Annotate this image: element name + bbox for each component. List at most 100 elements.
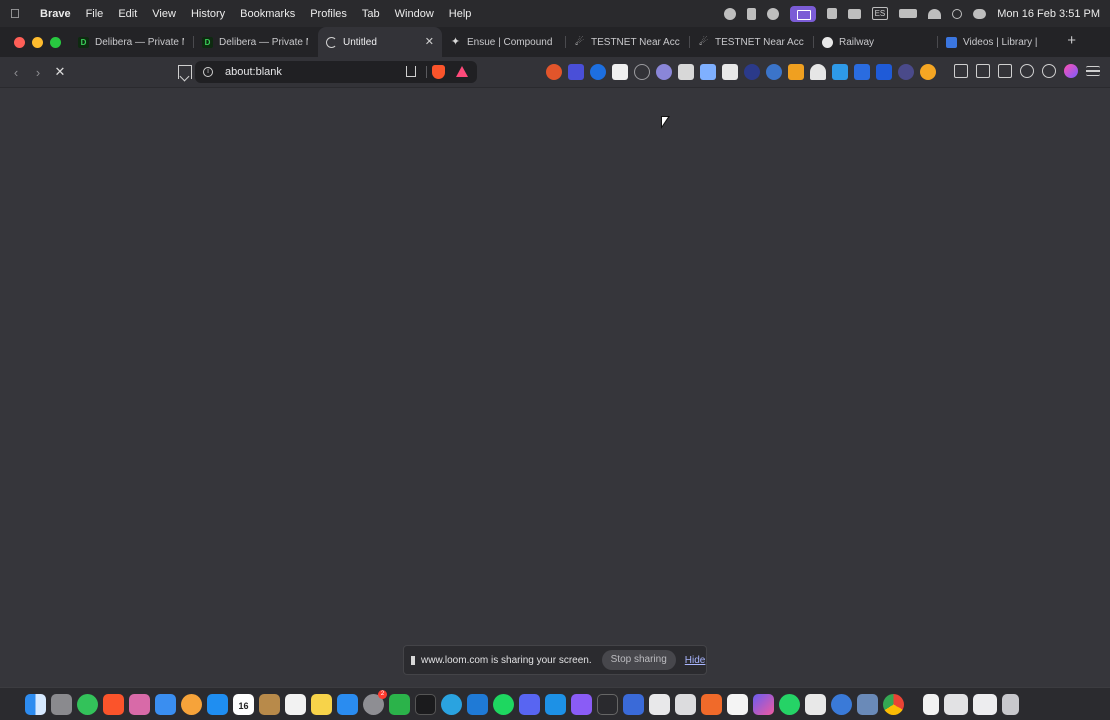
profile-avatar[interactable]: [1064, 64, 1078, 78]
menu-tab[interactable]: Tab: [362, 8, 380, 20]
extension-icon-10[interactable]: [744, 64, 760, 80]
screen-share-status-icon[interactable]: [789, 5, 816, 22]
extension-icon-12[interactable]: [788, 64, 804, 80]
mail-client-icon[interactable]: [649, 693, 670, 715]
obsidian-icon[interactable]: [571, 693, 592, 715]
display-status-icon[interactable]: [847, 8, 861, 19]
extension-icon-17[interactable]: [898, 64, 914, 80]
extension-icon-15[interactable]: [854, 64, 870, 80]
keynote-icon[interactable]: [337, 693, 358, 715]
screenshot-icon[interactable]: [976, 64, 990, 78]
slack-icon[interactable]: [727, 693, 748, 715]
menu-bookmarks[interactable]: Bookmarks: [240, 8, 295, 20]
extension-icon-11[interactable]: [766, 64, 782, 80]
screenshots-folder-icon[interactable]: [973, 693, 997, 715]
menu-history[interactable]: History: [191, 8, 225, 20]
apple-menu-icon[interactable]: : [10, 6, 24, 21]
control-center-icon[interactable]: [973, 8, 987, 19]
input-source-indicator[interactable]: ES: [871, 7, 889, 20]
brave-browser-icon[interactable]: [103, 693, 124, 715]
discord-icon[interactable]: [519, 693, 540, 715]
extension-icon-14[interactable]: [832, 64, 848, 80]
window-minimize-button[interactable]: [32, 36, 43, 48]
tab-testnet-near-2[interactable]: ☄ TESTNET Near Accou: [690, 27, 814, 57]
document-icon[interactable]: [923, 693, 939, 715]
menubar-clock[interactable]: Mon 16 Feb 3:51 PM: [997, 8, 1100, 20]
whatsapp-icon[interactable]: [779, 693, 800, 715]
app-store-icon[interactable]: [207, 693, 228, 715]
reminders-icon[interactable]: [285, 693, 306, 715]
photos-app-icon[interactable]: [129, 693, 150, 715]
clipboard-status-icon[interactable]: [746, 7, 756, 20]
telegram-status-icon[interactable]: [766, 7, 779, 20]
extension-icon-7[interactable]: [678, 64, 694, 80]
numbers-icon[interactable]: [389, 693, 410, 715]
terminal-icon[interactable]: [415, 693, 436, 715]
mail-icon[interactable]: [155, 693, 176, 715]
wifi-icon[interactable]: [928, 8, 942, 19]
page-content[interactable]: [0, 87, 1110, 687]
site-info-icon[interactable]: i: [203, 67, 213, 77]
spotify-icon[interactable]: [493, 693, 514, 715]
stop-loading-button[interactable]: ✕: [49, 61, 71, 83]
tab-untitled[interactable]: Untitled ✕: [318, 27, 442, 57]
menu-app-name[interactable]: Brave: [40, 8, 71, 20]
extension-icon-9[interactable]: [722, 64, 738, 80]
extension-icon-4[interactable]: [612, 64, 628, 80]
menu-view[interactable]: View: [152, 8, 176, 20]
notes-stack-icon[interactable]: [259, 693, 280, 715]
spotlight-search-icon[interactable]: [952, 8, 963, 19]
cloud-status-icon[interactable]: [723, 7, 736, 20]
finder-icon[interactable]: [25, 693, 46, 715]
altair-icon[interactable]: [623, 693, 644, 715]
extension-icon-3[interactable]: [590, 64, 606, 80]
menu-help[interactable]: Help: [449, 8, 472, 20]
address-bar[interactable]: i about:blank: [195, 61, 477, 83]
tab-close-icon[interactable]: ✕: [425, 35, 434, 48]
quicktime-icon[interactable]: [831, 693, 852, 715]
brave-rewards-icon[interactable]: [456, 66, 468, 77]
share-icon[interactable]: [406, 66, 416, 77]
downloads-folder-icon[interactable]: [944, 693, 968, 715]
menu-window[interactable]: Window: [395, 8, 434, 20]
calendar-icon[interactable]: 16: [233, 693, 254, 715]
new-tab-button[interactable]: +: [1067, 33, 1076, 48]
tab-delibera-2[interactable]: D Delibera — Private M: [194, 27, 318, 57]
extension-icon-5[interactable]: [634, 64, 650, 80]
system-settings-icon[interactable]: 2: [363, 689, 387, 715]
back-button[interactable]: ‹: [5, 61, 27, 83]
brave-shields-icon[interactable]: [432, 65, 445, 79]
hide-sharing-bar-link[interactable]: Hide: [685, 655, 706, 666]
launchpad-icon[interactable]: [51, 693, 72, 715]
hamburger-menu-icon[interactable]: [1086, 66, 1100, 76]
docker-icon[interactable]: [545, 693, 566, 715]
find-my-icon[interactable]: [77, 693, 98, 715]
menu-edit[interactable]: Edit: [118, 8, 137, 20]
tab-ensue[interactable]: ✦ Ensue | Compound In: [442, 27, 566, 57]
telegram-icon[interactable]: [441, 693, 462, 715]
extension-icon-6[interactable]: [656, 64, 672, 80]
sidebar-toggle-icon[interactable]: [998, 64, 1012, 78]
safari-icon[interactable]: [181, 693, 202, 715]
notes-icon[interactable]: [311, 693, 332, 715]
tab-videos-library[interactable]: Videos | Library |: [938, 27, 1062, 57]
menu-profiles[interactable]: Profiles: [310, 8, 347, 20]
address-bar-url[interactable]: about:blank: [225, 66, 282, 78]
battery-icon[interactable]: [899, 9, 918, 18]
window-maximize-button[interactable]: [50, 36, 61, 48]
leo-ai-icon[interactable]: [1020, 64, 1034, 78]
tab-railway[interactable]: Railway: [814, 27, 938, 57]
stop-sharing-button[interactable]: Stop sharing: [601, 650, 676, 670]
extension-icon-1[interactable]: [546, 64, 562, 80]
mute-status-icon[interactable]: [826, 8, 837, 19]
menu-file[interactable]: File: [86, 8, 104, 20]
extension-icon-2[interactable]: [568, 64, 584, 80]
tab-testnet-near-1[interactable]: ☄ TESTNET Near Accou: [566, 27, 690, 57]
shortcuts-icon[interactable]: [753, 693, 774, 715]
sublime-text-icon[interactable]: [701, 693, 722, 715]
window-close-button[interactable]: [14, 36, 25, 48]
mail-client-2-icon[interactable]: [675, 693, 696, 715]
extension-icon-16[interactable]: [876, 64, 892, 80]
tab-delibera-1[interactable]: D Delibera — Private M: [70, 27, 194, 57]
extensions-puzzle-icon[interactable]: [954, 64, 968, 78]
